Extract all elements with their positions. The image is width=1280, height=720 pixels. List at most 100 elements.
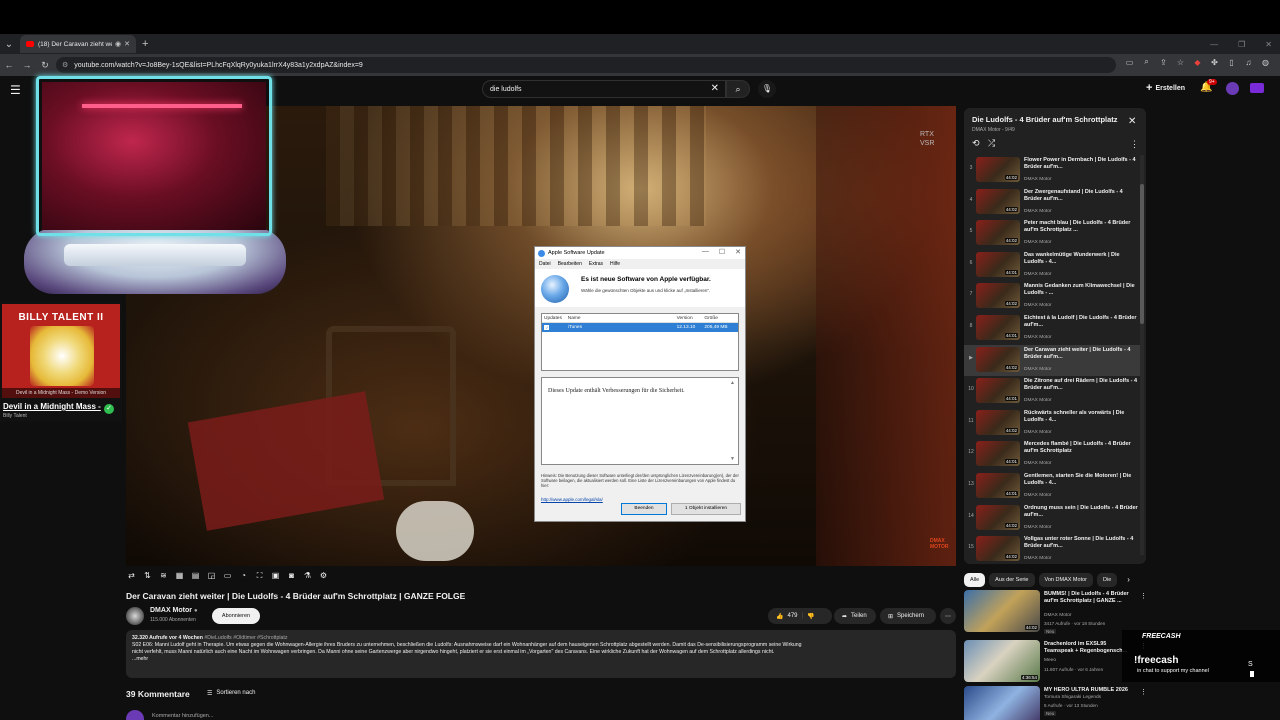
install-app-icon[interactable]: ▭ [1124,58,1135,67]
playlist-item[interactable]: 11 44:02 Rückwärts schneller als vorwärts … [964,408,1140,440]
miniplayer-icon[interactable]: ◲ [206,570,217,581]
dialog-minimize-icon[interactable]: — [702,248,709,256]
playlist-item-title[interactable]: Peter macht blau | Die Ludolfs - 4 Brüde… [1024,220,1138,234]
menu-file[interactable]: Datei [539,261,551,267]
chip-all[interactable]: Alle [964,572,986,587]
recommendation-item[interactable]: 4:36:54 Drachenlord im EXSL95 Teamspeak … [964,640,1147,684]
playlist-item[interactable]: 10 44:01 Die Zitrone auf drei Rädern | Die… [964,376,1140,408]
rec-thumbnail[interactable]: 4:36:54 [964,640,1040,682]
playlist-item-thumbnail[interactable]: 44:02 [976,220,1020,246]
playlist-item-thumbnail[interactable]: 44:02 [976,188,1020,214]
playlist-item-thumbnail[interactable]: 44:02 [976,504,1020,530]
subscribe-button[interactable]: Abonnieren [212,608,260,624]
playlist-item[interactable]: 5 44:02 Peter macht blau | Die Ludolfs - 4… [964,218,1140,250]
back-icon[interactable]: ← [0,60,18,70]
chip-die[interactable]: Die [1097,572,1118,587]
bookmark-star-icon[interactable]: ☆ [1175,58,1186,67]
install-button[interactable]: 1 Objekt installieren [671,503,741,515]
update-description-box[interactable]: Dieses Update enthält Verbesserungen für… [541,377,739,465]
scroll-up-icon[interactable]: ▲ [730,380,735,386]
playlist-close-icon[interactable]: ✕ [1128,116,1136,127]
channel-name[interactable]: DMAX Motor ● [150,607,198,614]
playlist-item-title[interactable]: Flower Power in Dernbach | Die Ludolfs -… [1024,157,1138,171]
recommendation-item[interactable]: 44:02 BUMMS! | Die Ludolfs - 4 Brüder au… [964,590,1147,634]
theater-icon[interactable]: ▭ [222,570,233,581]
voice-search-button[interactable]: 🎙 [758,80,776,98]
playlist-item-thumbnail[interactable]: 44:02 [976,409,1020,435]
dialog-close-icon[interactable]: ✕ [735,248,741,256]
window-close-icon[interactable]: ✕ [1265,40,1272,49]
playlist-loop-icon[interactable]: ⟲ [972,138,980,149]
playlist-item[interactable]: 3 44:02 Flower Power in Dernbach | Die Lud… [964,155,1140,187]
extensions-puzzle-icon[interactable]: ✤ [1209,58,1220,67]
chips-next-icon[interactable]: › [1127,575,1130,584]
rec-title[interactable]: BUMMS! | Die Ludolfs - 4 Brüder auf'm Sc… [1044,591,1136,605]
audio-icon[interactable]: ◉ [115,40,121,48]
col-version[interactable]: Version [677,316,705,321]
chip-series[interactable]: Aus der Serie [989,572,1035,587]
playlist-item-title[interactable]: Gentlemen, starten Sie die Motoren! | Di… [1024,473,1138,487]
playlist-title[interactable]: Die Ludolfs - 4 Brüder auf'm Schrottplat… [972,115,1132,124]
col-name[interactable]: Name [568,316,677,321]
loop-icon[interactable]: ⇄ [126,570,137,581]
menu-edit[interactable]: Bearbeiten [558,261,582,267]
playlist-item-title[interactable]: Das wankelmütige Wunderwerk | Die Ludolf… [1024,252,1138,266]
sort-comments-button[interactable]: ☰ Sortieren nach [207,690,255,697]
playlist-item-title[interactable]: Vollgas unter roter Sonne | Die Ludolfs … [1024,536,1138,550]
playlist-item-thumbnail[interactable]: 44:01 [976,441,1020,467]
settings-gear-icon[interactable]: ⚙ [318,570,329,581]
dislike-icon[interactable]: 👎 [807,613,814,620]
playlist-item-title[interactable]: Rückwärts schneller als vorwärts | Die L… [1024,410,1138,424]
show-more-link[interactable]: ...mehr [132,656,950,663]
clear-search-icon[interactable]: ✕ [711,83,719,94]
description-box[interactable]: 32.320 Aufrufe vor 4 Wochen #DieLudolfs … [126,630,956,678]
rec-more-icon[interactable]: ⋮ [1140,688,1147,696]
flask-icon[interactable]: ⚗ [302,570,313,581]
playlist-item-title[interactable]: Die Zitrone auf drei Rädern | Die Ludolf… [1024,378,1138,392]
playlist-item-thumbnail[interactable]: 44:01 [976,314,1020,340]
rec-thumbnail[interactable]: 44:02 [964,590,1040,632]
tab-close-icon[interactable]: ✕ [124,40,130,48]
license-link[interactable]: http://www.apple.com/legal/sla/ [541,497,603,502]
playlist-item-thumbnail[interactable]: 44:01 [976,251,1020,277]
screen-icon[interactable]: ▣ [270,570,281,581]
rec-channel[interactable]: Meeo [1044,658,1056,663]
playlist-more-icon[interactable]: ⋮ [1130,139,1139,150]
dialog-maximize-icon[interactable]: ☐ [719,248,725,256]
playlist-item-thumbnail[interactable]: 44:02 [976,536,1020,562]
playlist-item-title[interactable]: Mannis Gedanken zum Klimawechsel | Die L… [1024,283,1138,297]
speed-icon[interactable]: ⇅ [142,570,153,581]
update-row-itunes[interactable]: ✓ iTunes 12.13.10 205,49 MB [542,323,738,332]
sidebar-icon[interactable]: ▯ [1226,58,1237,67]
channel-avatar[interactable] [126,607,144,625]
share-page-icon[interactable]: ⇪ [1158,58,1169,67]
share-button[interactable]: ➦ Teilen [834,608,876,624]
new-tab-icon[interactable]: + [142,38,148,50]
extension-red-icon[interactable]: ◆ [1192,58,1203,67]
menu-extras[interactable]: Extras [589,261,603,267]
playlist-item[interactable]: 6 44:01 Das wankelmütige Wunderwerk | Die … [964,250,1140,282]
calendar-icon[interactable]: ▤ [190,570,201,581]
playlist-item[interactable]: 12 44:01 Mercedes flambé | Die Ludolfs - 4… [964,439,1140,471]
like-icon[interactable]: 👍 [776,613,783,620]
active-tab[interactable]: (18) Der Caravan zieht weite ◉ ✕ [20,35,136,53]
rec-channel[interactable]: DMAX Motor [1044,613,1071,618]
playlist-item-thumbnail[interactable]: 44:02 [976,346,1020,372]
playlist-item-thumbnail[interactable]: 44:01 [976,472,1020,498]
hamburger-menu-icon[interactable]: ☰ [10,83,21,97]
zoom-icon[interactable]: ⌕ [1141,57,1152,67]
playlist-item[interactable]: 15 44:02 Vollgas unter roter Sonne | Die L… [964,534,1140,564]
playlist-item-title[interactable]: Mercedes flambé | Die Ludolfs - 4 Brüder… [1024,441,1138,455]
search-input[interactable]: die ludolfs ✕ [482,80,726,98]
minimize-icon[interactable]: — [1210,40,1218,49]
playlist-item-title[interactable]: Der Caravan zieht weiter | Die Ludolfs -… [1024,347,1138,361]
audio-wave-icon[interactable]: ≋ [158,570,169,581]
playlist-item[interactable]: 8 44:01 Eichtest à la Ludolf | Die Ludolfs… [964,313,1140,345]
scroll-down-icon[interactable]: ▼ [730,456,735,462]
col-size[interactable]: Größe [704,316,738,321]
tab-search-icon[interactable]: ⌄ [0,39,18,50]
account-avatar[interactable] [1226,82,1239,95]
playlist-item[interactable]: 13 44:01 Gentlemen, starten Sie die Motore… [964,471,1140,503]
screenshot-icon[interactable]: ◙ [286,570,297,581]
save-button[interactable]: ⊞ Speichern [880,608,936,624]
